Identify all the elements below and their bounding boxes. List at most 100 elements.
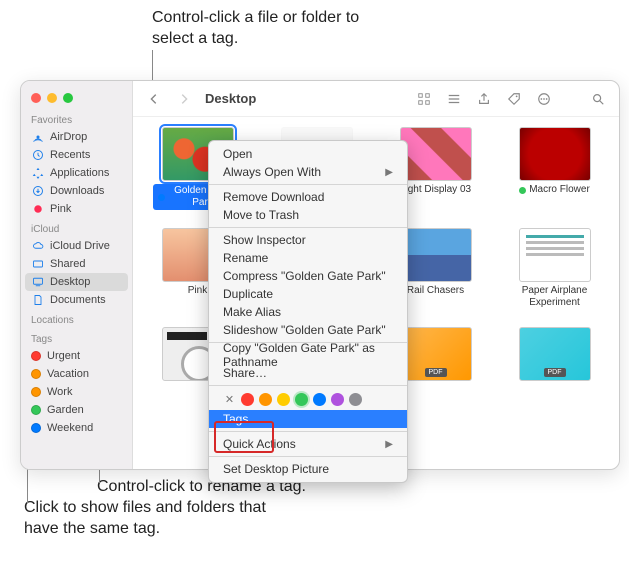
tag-color-gray[interactable] <box>349 393 362 406</box>
tag-color-blue[interactable] <box>313 393 326 406</box>
sidebar: Favorites AirDrop Recents Applications D… <box>21 81 133 469</box>
ctx-open[interactable]: Open <box>209 145 407 163</box>
section-favorites: Favorites <box>21 109 132 128</box>
tag-color-red[interactable] <box>241 393 254 406</box>
sidebar-tag-weekend[interactable]: Weekend <box>21 419 132 437</box>
ctx-make-alias[interactable]: Make Alias <box>209 303 407 321</box>
sidebar-tag-urgent[interactable]: Urgent <box>21 347 132 365</box>
sidebar-item-label: Desktop <box>50 276 90 288</box>
tag-color-orange[interactable] <box>259 393 272 406</box>
ctx-always-open-with[interactable]: Always Open With▶ <box>209 163 407 181</box>
sidebar-item-label: Work <box>47 386 72 398</box>
cloud-icon <box>31 240 44 253</box>
tag-dot-icon <box>519 187 526 194</box>
sidebar-item-documents[interactable]: Documents <box>21 291 132 309</box>
sidebar-item-pink[interactable]: Pink <box>21 200 132 218</box>
section-locations: Locations <box>21 309 132 328</box>
tag-dot-icon <box>31 423 41 433</box>
sidebar-item-iclouddrive[interactable]: iCloud Drive <box>21 237 132 255</box>
toolbar: Desktop <box>133 81 619 117</box>
sidebar-item-shared[interactable]: Shared <box>21 255 132 273</box>
view-icon-button[interactable] <box>413 88 435 110</box>
tag-dot-icon <box>31 387 41 397</box>
file-thumbnail <box>400 228 472 282</box>
tag-dot-icon <box>31 351 41 361</box>
sidebar-tag-vacation[interactable]: Vacation <box>21 365 132 383</box>
context-menu: Open Always Open With▶ Remove Download M… <box>208 140 408 483</box>
sidebar-item-label: AirDrop <box>50 131 87 143</box>
callout-line <box>27 465 28 503</box>
clear-tag-icon[interactable]: ✕ <box>223 393 236 406</box>
file-label: Macro Flower <box>519 184 590 196</box>
sidebar-item-label: Applications <box>50 167 109 179</box>
group-button[interactable] <box>443 88 465 110</box>
ctx-separator <box>209 184 407 185</box>
file-thumbnail <box>519 228 591 282</box>
sidebar-item-desktop[interactable]: Desktop <box>25 273 128 291</box>
sidebar-item-label: Garden <box>47 404 84 416</box>
ctx-set-desktop-picture[interactable]: Set Desktop Picture <box>209 460 407 478</box>
search-button[interactable] <box>587 88 609 110</box>
sidebar-item-label: iCloud Drive <box>50 240 110 252</box>
tag-color-purple[interactable] <box>331 393 344 406</box>
window-title: Desktop <box>205 91 256 106</box>
doc-icon <box>31 294 44 307</box>
pdf-badge: PDF <box>425 368 447 377</box>
file-item[interactable]: PDF <box>502 327 607 381</box>
ctx-move-to-trash[interactable]: Move to Trash <box>209 206 407 224</box>
sidebar-item-downloads[interactable]: Downloads <box>21 182 132 200</box>
ctx-separator <box>209 227 407 228</box>
tag-icon <box>31 203 44 216</box>
ctx-quick-actions[interactable]: Quick Actions▶ <box>209 435 407 453</box>
sidebar-tag-garden[interactable]: Garden <box>21 401 132 419</box>
ctx-remove-download[interactable]: Remove Download <box>209 188 407 206</box>
chevron-right-icon: ▶ <box>385 439 393 450</box>
ctx-slideshow[interactable]: Slideshow "Golden Gate Park" <box>209 321 407 339</box>
forward-button[interactable] <box>173 88 195 110</box>
file-thumbnail: PDF <box>400 327 472 381</box>
ctx-duplicate[interactable]: Duplicate <box>209 285 407 303</box>
annotation-top: Control-click a file or folder to select… <box>152 8 362 50</box>
pdf-badge: PDF <box>544 368 566 377</box>
minimize-icon[interactable] <box>47 93 57 103</box>
sidebar-item-label: Documents <box>50 294 106 306</box>
shared-icon <box>31 258 44 271</box>
sidebar-item-recents[interactable]: Recents <box>21 146 132 164</box>
ctx-tag-colors: ✕ <box>209 389 407 410</box>
sidebar-item-applications[interactable]: Applications <box>21 164 132 182</box>
ctx-compress[interactable]: Compress "Golden Gate Park" <box>209 267 407 285</box>
sidebar-item-label: Downloads <box>50 185 104 197</box>
file-label: Light Display 03 <box>400 184 471 196</box>
chevron-right-icon: ▶ <box>385 167 393 178</box>
fullscreen-icon[interactable] <box>63 93 73 103</box>
sidebar-item-label: Vacation <box>47 368 89 380</box>
back-button[interactable] <box>143 88 165 110</box>
ctx-show-inspector[interactable]: Show Inspector <box>209 231 407 249</box>
ctx-tags[interactable]: Tags… <box>209 410 407 428</box>
desktop-icon <box>31 276 44 289</box>
sidebar-item-airdrop[interactable]: AirDrop <box>21 128 132 146</box>
sidebar-item-label: Weekend <box>47 422 93 434</box>
download-icon <box>31 185 44 198</box>
tag-dot-icon <box>31 405 41 415</box>
ctx-separator <box>209 431 407 432</box>
tag-button[interactable] <box>503 88 525 110</box>
tag-color-yellow[interactable] <box>277 393 290 406</box>
file-label: Paper Airplane Experiment <box>510 285 600 309</box>
file-item[interactable]: Macro Flower <box>502 127 607 210</box>
file-item[interactable]: Paper Airplane Experiment <box>502 228 607 309</box>
file-thumbnail <box>519 127 591 181</box>
ctx-rename[interactable]: Rename <box>209 249 407 267</box>
ctx-separator <box>209 385 407 386</box>
close-icon[interactable] <box>31 93 41 103</box>
section-tags: Tags <box>21 328 132 347</box>
sidebar-tag-work[interactable]: Work <box>21 383 132 401</box>
tag-color-green[interactable] <box>295 393 308 406</box>
more-button[interactable] <box>533 88 555 110</box>
apps-icon <box>31 167 44 180</box>
ctx-copy-pathname[interactable]: Copy "Golden Gate Park" as Pathname <box>209 346 407 364</box>
sidebar-item-label: Urgent <box>47 350 80 362</box>
ctx-separator <box>209 456 407 457</box>
file-thumbnail: PDF <box>519 327 591 381</box>
share-button[interactable] <box>473 88 495 110</box>
